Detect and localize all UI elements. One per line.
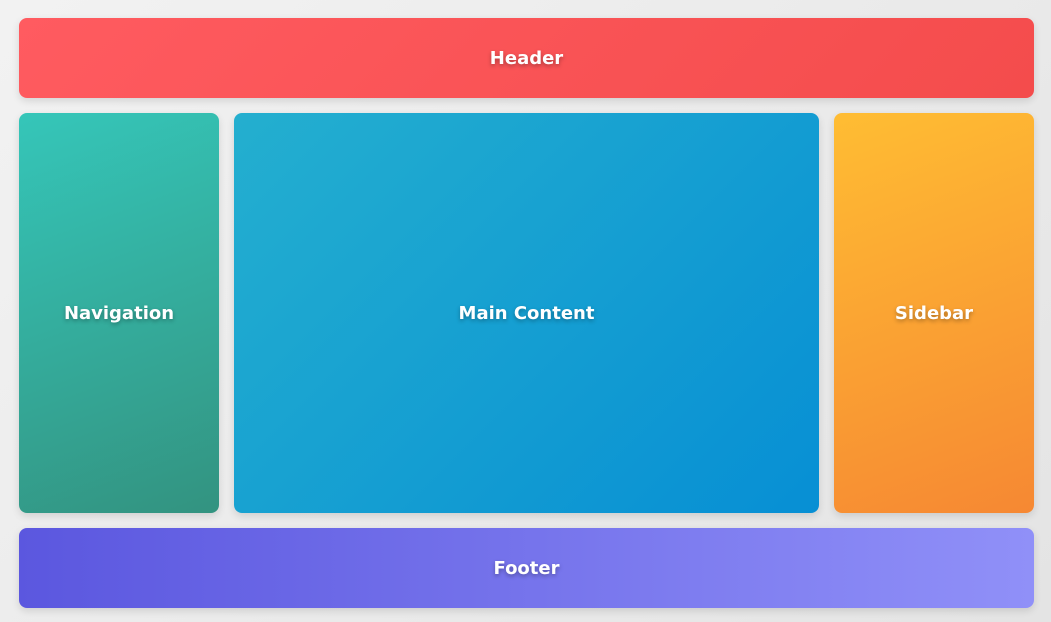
footer-label: Footer (493, 557, 560, 579)
header-region: Header (19, 18, 1034, 98)
navigation-region: Navigation (19, 113, 219, 513)
sidebar-label: Sidebar (894, 302, 974, 324)
main-content-region: Main Content (234, 113, 819, 513)
header-label: Header (489, 47, 564, 69)
main-content-label: Main Content (458, 302, 595, 324)
navigation-label: Navigation (63, 302, 175, 324)
sidebar-region: Sidebar (834, 113, 1034, 513)
footer-region: Footer (19, 528, 1034, 608)
